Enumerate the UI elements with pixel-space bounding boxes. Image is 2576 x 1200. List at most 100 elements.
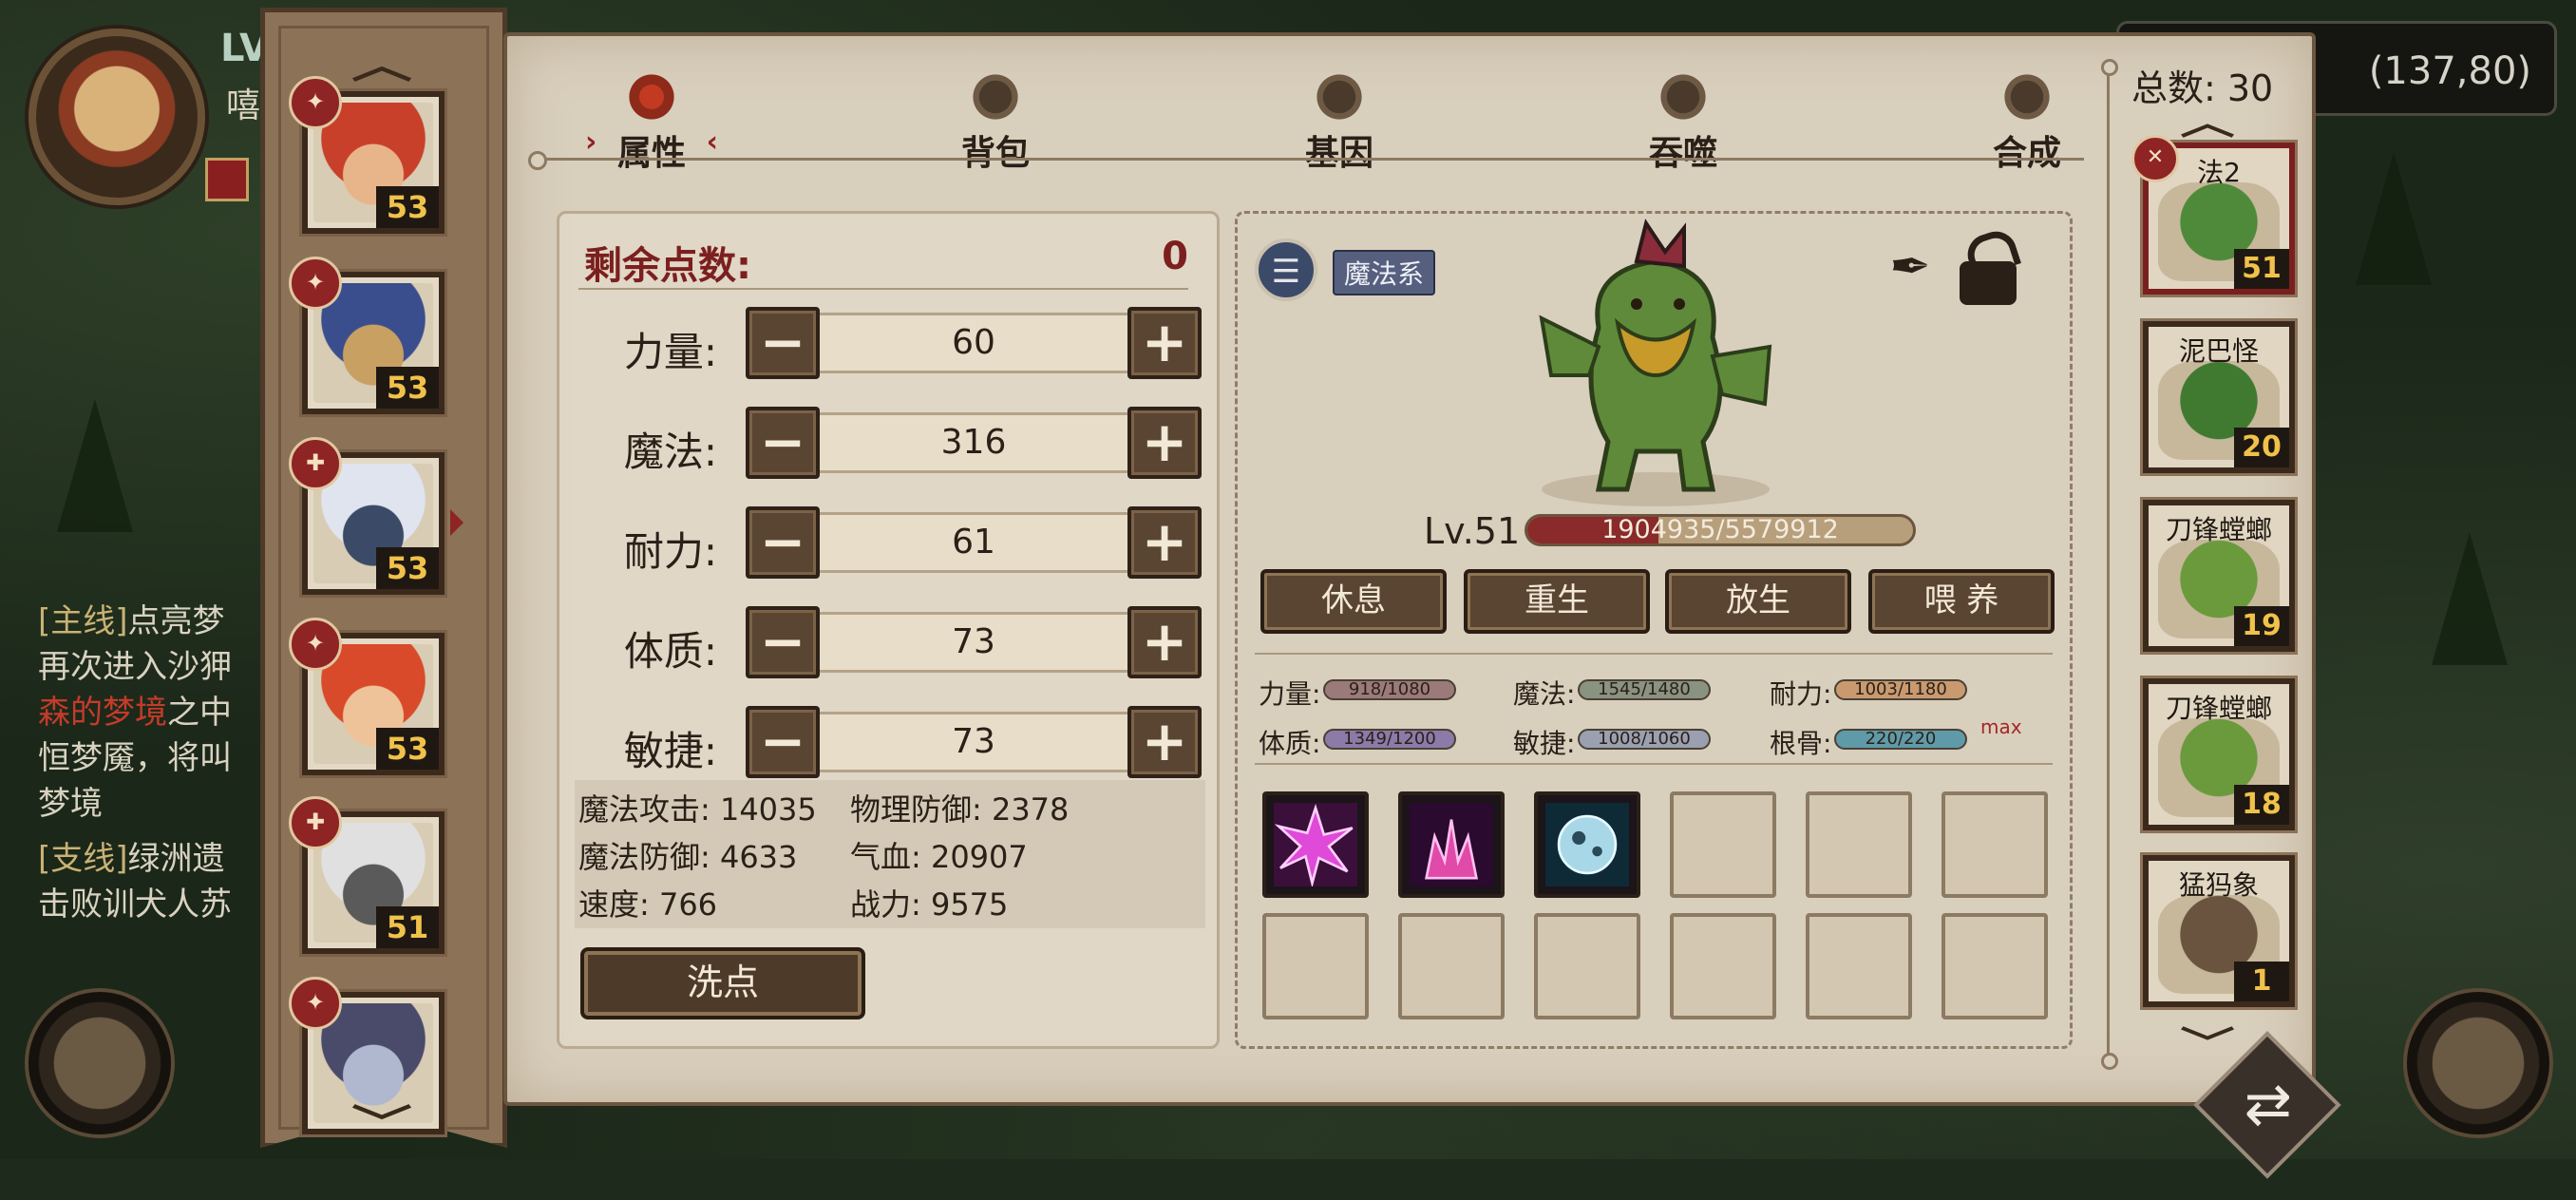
- divider: [1255, 763, 2053, 765]
- pet-hp-text: 1904935/5579912: [1601, 515, 1839, 544]
- remaining-points-label: 剩余点数:: [584, 244, 751, 288]
- decrease-stat-button[interactable]: −: [746, 606, 820, 678]
- quest-title: 点亮梦: [127, 602, 225, 640]
- attribute-points-panel: 剩余点数: 0 力量: −60 + 魔法: −316 + 耐力: −61 + 体质: −73 + 敏捷:…: [557, 211, 1220, 1049]
- magic-defense: 魔法防御: 4633: [578, 839, 798, 875]
- hero-level: 53: [376, 547, 439, 589]
- empty-skill-slot[interactable]: [1806, 913, 1912, 1019]
- synthesis-icon: [1997, 70, 2057, 124]
- hero-class-badge-icon: ✚: [289, 437, 342, 490]
- divider: [1255, 653, 2053, 655]
- player-avatar[interactable]: [28, 29, 205, 205]
- hero-class-badge-icon: ✚: [289, 796, 342, 849]
- tab-label: 合成: [1992, 134, 2061, 173]
- decrease-stat-button[interactable]: −: [746, 307, 820, 379]
- pet-info-panel: ☰ 魔法系 ✒ Lv.51 1904935/5579912 休息 重生 放生喂 养 …: [1235, 211, 2073, 1049]
- hero-level: 53: [376, 186, 439, 228]
- pet-list-item[interactable]: 泥巴怪 20: [2143, 321, 2295, 473]
- skill-slot[interactable]: [1262, 791, 1369, 898]
- increase-stat-button[interactable]: +: [1127, 307, 1202, 379]
- rename-pen-icon[interactable]: ✒: [1884, 238, 1937, 301]
- active-tab-arrow-icon: ›: [585, 125, 597, 159]
- water-orb-icon: [1545, 803, 1629, 886]
- skill-round-button[interactable]: [25, 988, 175, 1138]
- stat-row: 体质: −73 +: [559, 606, 1217, 682]
- pet-list-item[interactable]: 刀锋螳螂 19: [2143, 500, 2295, 652]
- pet-list-item[interactable]: 猛犸象 1: [2143, 855, 2295, 1007]
- skill-slot[interactable]: [1534, 791, 1640, 898]
- skill-slot[interactable]: [1398, 791, 1505, 898]
- rest-button[interactable]: 休息: [1260, 569, 1447, 634]
- right-divider: [2101, 59, 2118, 1070]
- scroll-down-chevron-icon[interactable]: ﹀: [351, 1093, 412, 1148]
- stat-label: 体质:: [623, 628, 717, 675]
- decrease-stat-button[interactable]: −: [746, 407, 820, 479]
- pet-stat-bar: 220/220: [1834, 729, 1967, 750]
- quest-highlight: 森的梦境: [38, 694, 167, 732]
- battle-crossed-swords-icon: ✕: [2131, 135, 2179, 182]
- pet-stat-bar: 1545/1480: [1578, 679, 1711, 700]
- pet-stat-label: 敏捷:: [1513, 728, 1576, 759]
- empty-skill-slot[interactable]: [1806, 791, 1912, 898]
- increase-stat-button[interactable]: +: [1127, 407, 1202, 479]
- menu-list-icon[interactable]: ☰: [1255, 238, 1317, 301]
- hero-class-badge-icon: ✦: [289, 257, 342, 310]
- stat-row: 魔法: −316 +: [559, 407, 1217, 483]
- stat-label: 耐力:: [623, 528, 717, 575]
- pet-stat-label: 耐力:: [1770, 678, 1832, 710]
- stat-value: 73: [820, 712, 1127, 772]
- bag-icon: [965, 70, 1026, 124]
- status-icon: [205, 158, 249, 201]
- active-tab-arrow-icon: ‹: [706, 125, 718, 159]
- pet-stat-label: 体质:: [1259, 728, 1321, 759]
- tree-silhouette: [2356, 152, 2432, 285]
- empty-skill-slot[interactable]: [1262, 913, 1369, 1019]
- stat-value: 61: [820, 512, 1127, 573]
- pet-portrait: [1539, 219, 1772, 506]
- stat-row: 耐力: −61 +: [559, 506, 1217, 582]
- stat-label: 魔法:: [623, 429, 717, 475]
- pet-stat-bar: 918/1080: [1323, 679, 1456, 700]
- pet-hp-bar: 1904935/5579912: [1525, 514, 1916, 546]
- hero-class-badge-icon: ✦: [289, 977, 342, 1030]
- decrease-stat-button[interactable]: −: [746, 706, 820, 778]
- empty-skill-slot[interactable]: [1941, 791, 2048, 898]
- empty-skill-slot[interactable]: [1670, 791, 1776, 898]
- empty-skill-slot[interactable]: [1534, 913, 1640, 1019]
- pet-stat-label: 力量:: [1259, 678, 1321, 710]
- tree-silhouette: [2432, 532, 2508, 665]
- quest-text: 击败训犬人苏: [38, 886, 232, 924]
- pet-name: 刀锋螳螂: [2165, 514, 2272, 545]
- pet-name: 泥巴怪: [2178, 335, 2259, 367]
- empty-skill-slot[interactable]: [1670, 913, 1776, 1019]
- release-button[interactable]: 放生: [1665, 569, 1851, 634]
- rebirth-button[interactable]: 重生: [1464, 569, 1650, 634]
- home-round-button[interactable]: [2403, 988, 2553, 1138]
- magic-attack: 魔法攻击: 14035: [578, 791, 817, 828]
- decrease-stat-button[interactable]: −: [746, 506, 820, 579]
- stat-row: 力量: −60 +: [559, 307, 1217, 383]
- pet-stat-bar: 1349/1200: [1323, 729, 1456, 750]
- remaining-points-value: 0: [1162, 235, 1188, 278]
- empty-skill-slot[interactable]: [1398, 913, 1505, 1019]
- pet-list-item[interactable]: 刀锋螳螂 18: [2143, 678, 2295, 830]
- increase-stat-button[interactable]: +: [1127, 706, 1202, 778]
- unlock-icon[interactable]: [1956, 225, 2022, 309]
- stat-value: 60: [820, 313, 1127, 373]
- pet-level: Lv.51: [1424, 510, 1521, 552]
- pet-level: 18: [2234, 785, 2289, 825]
- empty-skill-slot[interactable]: [1941, 913, 2048, 1019]
- reset-points-button[interactable]: 洗点: [580, 947, 865, 1019]
- scroll-up-chevron-icon[interactable]: ︿: [2180, 95, 2235, 144]
- flame-burst-icon: [1410, 803, 1493, 886]
- scroll-up-chevron-icon[interactable]: ︿: [351, 34, 412, 89]
- feed-button[interactable]: 喂 养: [1868, 569, 2055, 634]
- hero-level: 51: [376, 906, 439, 948]
- quest-desc: 再次进入沙狎: [38, 644, 285, 690]
- quest-text: 恒梦魇，将叫: [38, 739, 232, 777]
- quest-tracker[interactable]: [主线]点亮梦 再次进入沙狎 森的梦境之中 恒梦魇，将叫 梦境 [支线]绿洲遗 …: [38, 599, 285, 927]
- quest-text: 之中: [167, 694, 232, 732]
- derived-stats: 魔法攻击: 14035 物理防御: 2378 魔法防御: 4633 气血: 20…: [575, 780, 1205, 928]
- increase-stat-button[interactable]: +: [1127, 606, 1202, 678]
- increase-stat-button[interactable]: +: [1127, 506, 1202, 579]
